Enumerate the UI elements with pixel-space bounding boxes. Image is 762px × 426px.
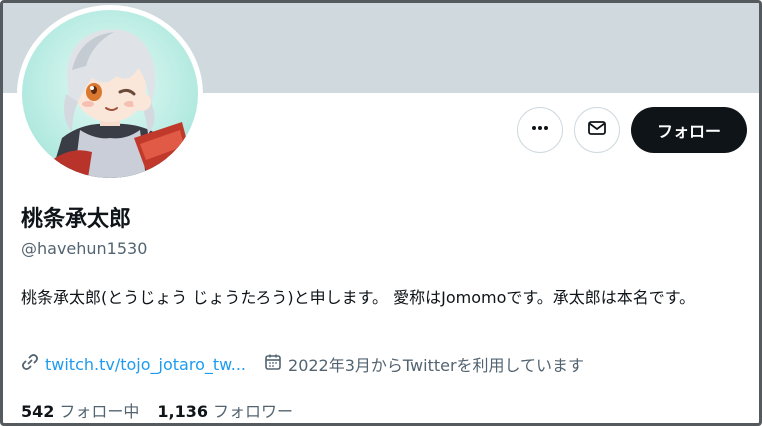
user-handle: @havehun1530	[21, 239, 148, 258]
message-button[interactable]	[573, 107, 620, 153]
followers-count: 1,136	[157, 402, 209, 421]
follow-button[interactable]: フォロー	[630, 107, 747, 153]
following-count: 542	[21, 402, 55, 421]
followers-label: フォロワー	[213, 402, 294, 421]
more-button[interactable]	[516, 107, 563, 153]
website-item: twitch.tv/tojo_jotaro_tw...	[21, 353, 246, 375]
joined-item: 2022年3月からTwitterを利用しています	[264, 352, 584, 376]
following-stat[interactable]: 542 フォロー中	[21, 398, 139, 422]
more-icon	[530, 118, 550, 142]
website-link[interactable]: twitch.tv/tojo_jotaro_tw...	[45, 355, 246, 374]
mail-icon	[587, 118, 607, 142]
joined-date: 2022年3月からTwitterを利用しています	[288, 356, 585, 375]
profile-stats: 542 フォロー中 1,136 フォロワー	[21, 398, 311, 422]
profile-bio: 桃条承太郎(とうじょう じょうたろう)と申します。 愛称はJomomoです。承太…	[21, 288, 696, 307]
following-label: フォロー中	[59, 402, 140, 421]
profile-meta: twitch.tv/tojo_jotaro_tw... 2022年3月からTwi…	[21, 352, 602, 376]
link-icon	[21, 353, 45, 375]
display-name: 桃条承太郎	[21, 207, 132, 232]
followers-stat[interactable]: 1,136 フォロワー	[157, 398, 293, 422]
profile-card: フォロー 桃条承太郎 @havehun1530 桃条承太郎(とうじょう じょうた…	[0, 0, 762, 426]
follow-button-label: フォロー	[656, 122, 721, 141]
calendar-icon	[264, 353, 288, 375]
avatar[interactable]	[17, 5, 203, 183]
avatar-image	[22, 10, 198, 178]
profile-actions: フォロー	[516, 107, 747, 153]
